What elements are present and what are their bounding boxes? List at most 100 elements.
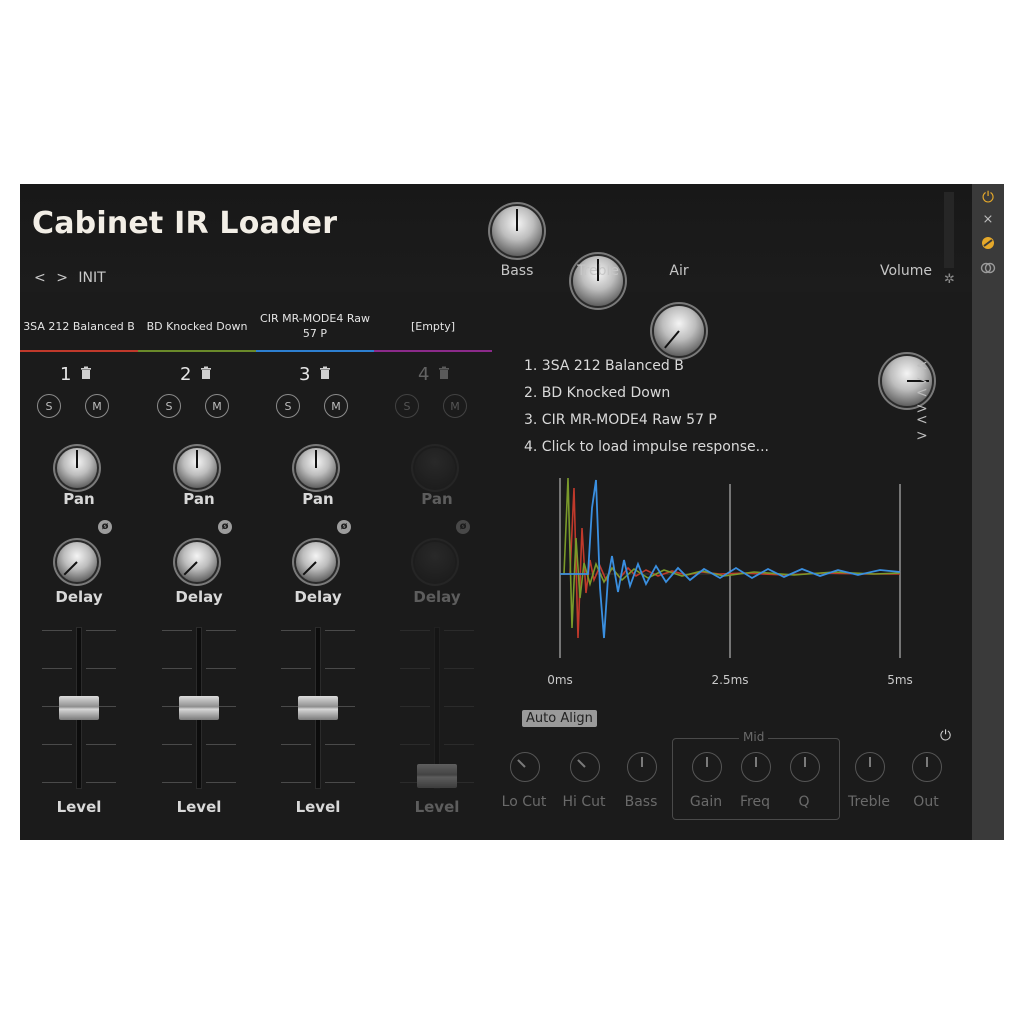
channel-strip-4: 4 S M Pan ø Delay Level bbox=[378, 364, 496, 824]
fader-tick bbox=[325, 668, 355, 669]
level-fader-handle[interactable] bbox=[59, 696, 99, 720]
preset-next-button[interactable]: > bbox=[56, 270, 68, 286]
fader-tick bbox=[400, 630, 430, 631]
tab-slot-2-label: BD Knocked Down bbox=[146, 319, 248, 333]
mid-band-label: Mid bbox=[739, 730, 769, 744]
solo-button[interactable]: S bbox=[37, 394, 61, 418]
auto-align-button[interactable]: Auto Align bbox=[522, 710, 597, 727]
mid-q-label: Q bbox=[798, 794, 810, 810]
fader-tick bbox=[206, 744, 236, 745]
mute-button[interactable]: M bbox=[205, 394, 229, 418]
tab-slot-2[interactable]: BD Knocked Down bbox=[138, 304, 256, 352]
solo-button[interactable]: S bbox=[395, 394, 419, 418]
tab-slot-3-label: CIR MR-MODE4 Raw 57 P bbox=[260, 312, 370, 340]
fader-tick bbox=[325, 744, 355, 745]
mid-gain-knob[interactable] bbox=[692, 752, 722, 782]
tab-slot-2-underline bbox=[138, 350, 256, 352]
mute-button[interactable]: M bbox=[324, 394, 348, 418]
preset-prev-button[interactable]: < bbox=[34, 270, 46, 286]
fader-tick bbox=[325, 782, 355, 783]
fader-tick bbox=[206, 630, 236, 631]
ir-slot-tabs: 3SA 212 Balanced B BD Knocked Down CIR M… bbox=[20, 304, 496, 352]
bass-label: Bass bbox=[500, 263, 534, 279]
bypass-icon[interactable] bbox=[978, 236, 998, 254]
delay-knob[interactable] bbox=[177, 542, 217, 582]
fader-tick bbox=[400, 706, 430, 707]
out-knob[interactable] bbox=[912, 752, 942, 782]
gear-icon[interactable]: ✲ bbox=[944, 272, 955, 287]
pan-knob[interactable] bbox=[415, 448, 455, 488]
delay-knob[interactable] bbox=[57, 542, 97, 582]
fader-tick bbox=[400, 668, 430, 669]
level-fader-handle[interactable] bbox=[417, 764, 457, 788]
ir-list-item-4-load[interactable]: 4. Click to load impulse response... bbox=[524, 439, 769, 455]
x-tick-2-5ms: 2.5ms bbox=[711, 673, 748, 687]
phase-invert-button[interactable]: ø bbox=[456, 520, 470, 534]
trash-icon[interactable] bbox=[319, 366, 331, 380]
level-fader-handle[interactable] bbox=[179, 696, 219, 720]
bass-label: Bass bbox=[624, 794, 658, 810]
preset-selector[interactable]: < > INIT bbox=[34, 270, 112, 286]
tab-slot-4[interactable]: [Empty] bbox=[374, 304, 492, 352]
trash-icon[interactable] bbox=[438, 366, 450, 380]
ir-list-item-1[interactable]: 1. 3SA 212 Balanced B bbox=[524, 358, 684, 374]
pan-knob[interactable] bbox=[296, 448, 336, 488]
fader-tick bbox=[42, 782, 72, 783]
pan-knob[interactable] bbox=[177, 448, 217, 488]
level-label: Level bbox=[414, 798, 460, 816]
cabinet-ir-loader-plugin: Cabinet IR Loader < > INIT Bass Treble A… bbox=[20, 184, 1004, 840]
channel-number: 1 bbox=[60, 364, 72, 385]
ir-list-item-2[interactable]: 2. BD Knocked Down bbox=[524, 385, 670, 401]
fader-tick bbox=[162, 668, 192, 669]
hi-cut-knob[interactable] bbox=[570, 752, 600, 782]
phase-invert-button[interactable]: ø bbox=[337, 520, 351, 534]
tab-slot-3-underline bbox=[256, 350, 374, 352]
ir-3-nav[interactable]: < > bbox=[916, 412, 944, 444]
delay-label: Delay bbox=[55, 588, 103, 606]
pan-label: Pan bbox=[421, 490, 453, 508]
pan-knob[interactable] bbox=[57, 448, 97, 488]
eq-power-icon[interactable]: ⏻ bbox=[940, 728, 951, 744]
impulse-response-graph: 0ms 2.5ms 5ms bbox=[547, 477, 913, 687]
delay-knob[interactable] bbox=[415, 542, 455, 582]
delay-knob[interactable] bbox=[296, 542, 336, 582]
pan-label: Pan bbox=[183, 490, 215, 508]
level-label: Level bbox=[56, 798, 102, 816]
trash-icon[interactable] bbox=[200, 366, 212, 380]
air-knob[interactable] bbox=[654, 306, 704, 356]
bass-knob[interactable] bbox=[627, 752, 657, 782]
tab-slot-1[interactable]: 3SA 212 Balanced B bbox=[20, 304, 138, 352]
hi-cut-label: Hi Cut bbox=[562, 794, 606, 810]
plugin-title: Cabinet IR Loader bbox=[32, 206, 338, 241]
fader-tick bbox=[86, 782, 116, 783]
eq-treble-label: Treble bbox=[848, 794, 890, 810]
lo-cut-knob[interactable] bbox=[510, 752, 540, 782]
phase-invert-button[interactable]: ø bbox=[98, 520, 112, 534]
ir-list-item-3[interactable]: 3. CIR MR-MODE4 Raw 57 P bbox=[524, 412, 717, 428]
x-tick-0ms: 0ms bbox=[547, 673, 573, 687]
mid-q-knob[interactable] bbox=[790, 752, 820, 782]
fader-tick bbox=[444, 744, 474, 745]
bass-knob[interactable] bbox=[492, 206, 542, 256]
fader-tick bbox=[42, 744, 72, 745]
mid-freq-knob[interactable] bbox=[741, 752, 771, 782]
mute-button[interactable]: M bbox=[443, 394, 467, 418]
tab-slot-1-underline bbox=[20, 350, 138, 352]
channel-strip-3: 3 S M Pan ø Delay Level bbox=[259, 364, 377, 824]
fader-tick bbox=[281, 630, 311, 631]
channel-number: 4 bbox=[418, 364, 430, 385]
level-fader-handle[interactable] bbox=[298, 696, 338, 720]
link-icon[interactable] bbox=[978, 260, 998, 278]
trash-icon[interactable] bbox=[80, 366, 92, 380]
solo-button[interactable]: S bbox=[157, 394, 181, 418]
solo-button[interactable]: S bbox=[276, 394, 300, 418]
phase-invert-button[interactable]: ø bbox=[218, 520, 232, 534]
mute-button[interactable]: M bbox=[85, 394, 109, 418]
channel-strip-2: 2 S M Pan ø Delay Level bbox=[140, 364, 258, 824]
preset-name[interactable]: INIT bbox=[78, 270, 105, 286]
tab-slot-3[interactable]: CIR MR-MODE4 Raw 57 P bbox=[256, 304, 374, 352]
eq-treble-knob[interactable] bbox=[855, 752, 885, 782]
power-icon[interactable]: ⏻ bbox=[978, 188, 998, 206]
channel-number: 3 bbox=[299, 364, 311, 385]
collapse-icon[interactable]: ⨯ bbox=[978, 212, 998, 227]
